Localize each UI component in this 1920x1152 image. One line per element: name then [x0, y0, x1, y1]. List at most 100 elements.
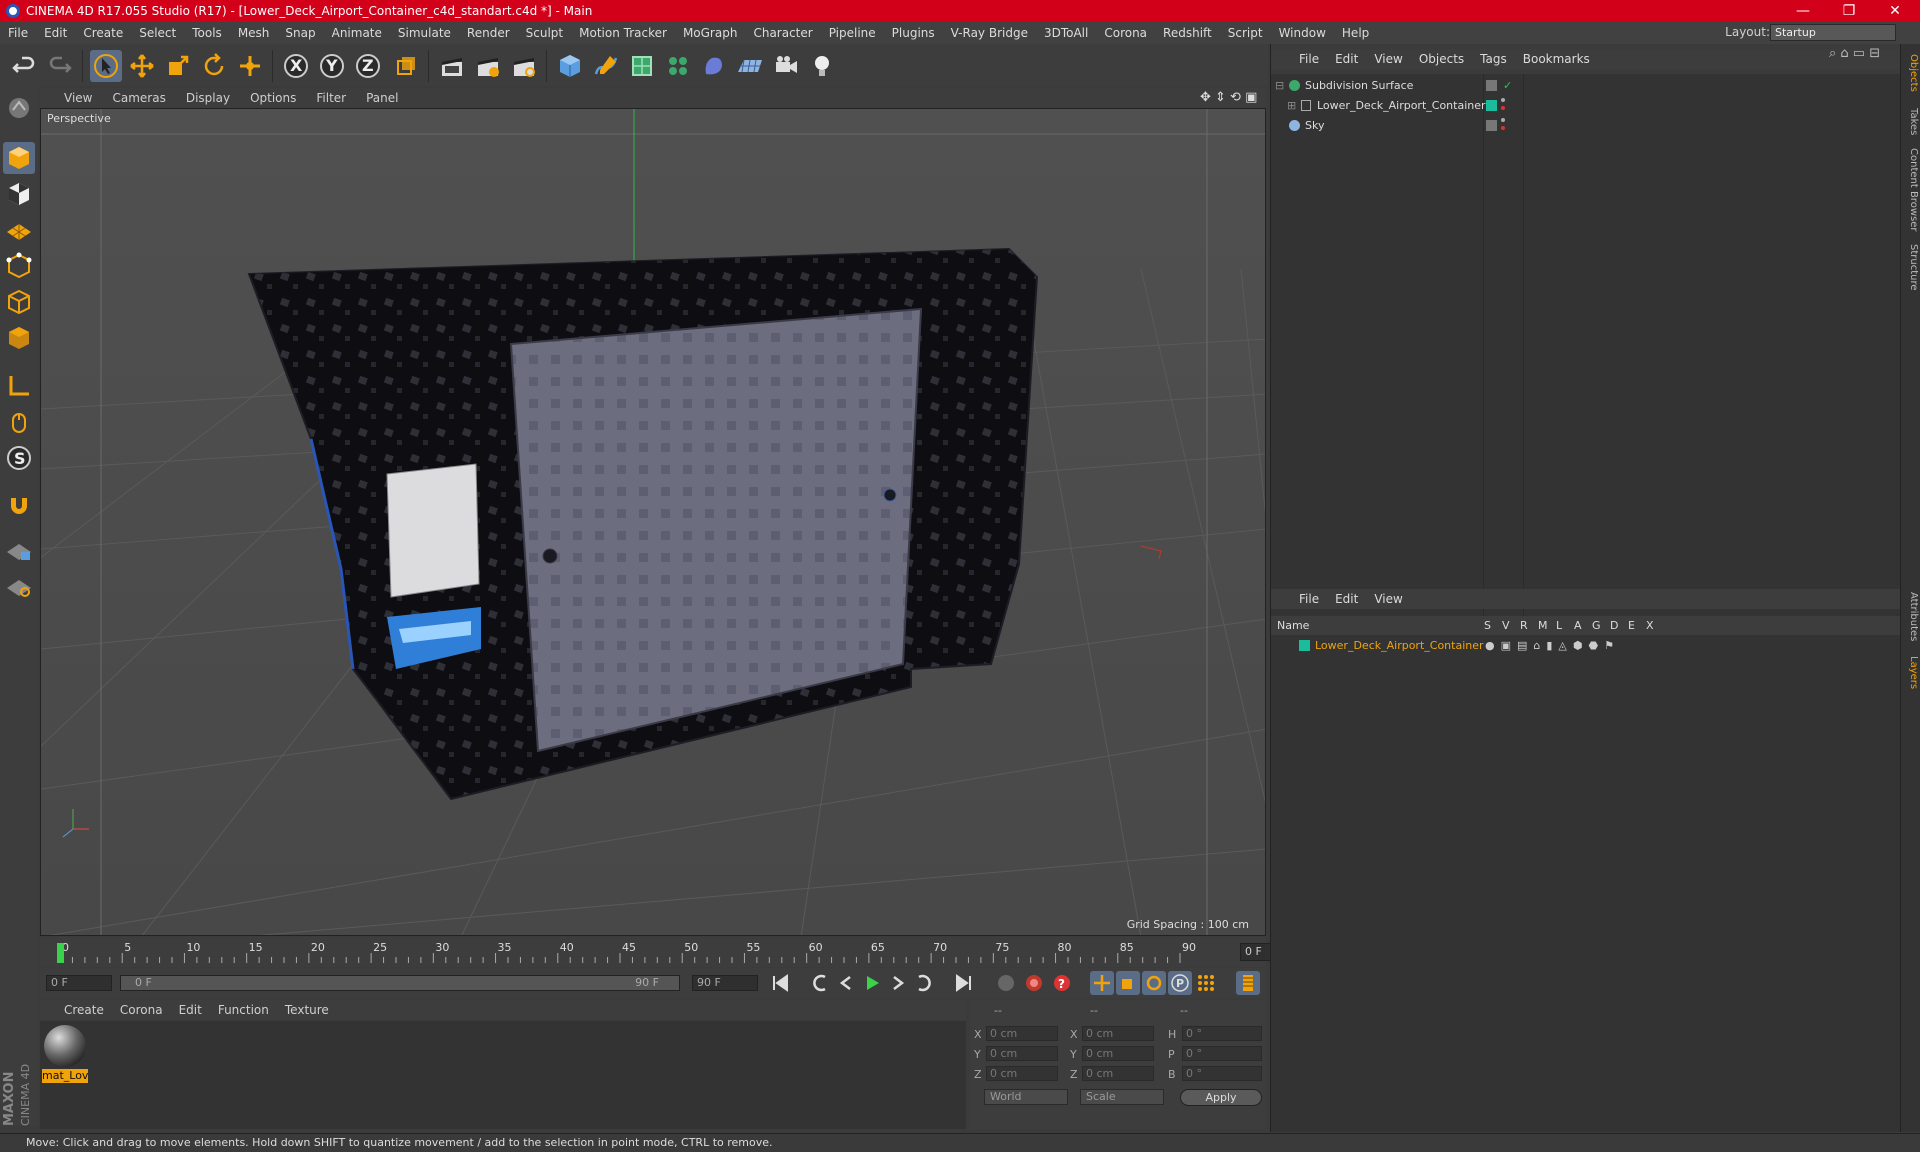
tweak-mode-button[interactable]: [3, 406, 35, 438]
layer-col-render[interactable]: R: [1520, 616, 1528, 635]
render-settings-button[interactable]: [508, 50, 540, 82]
planar-workplane-button[interactable]: [3, 570, 35, 602]
next-key-button[interactable]: [912, 971, 936, 995]
menu-mesh[interactable]: Mesh: [230, 26, 278, 40]
add-floor-button[interactable]: [734, 50, 766, 82]
minimize-button[interactable]: —: [1780, 0, 1826, 22]
magnet-button[interactable]: [3, 488, 35, 520]
layer-color-swatch[interactable]: [1299, 640, 1310, 651]
undo-button[interactable]: [8, 50, 40, 82]
rotation-b-field[interactable]: 0 °: [1182, 1066, 1262, 1081]
enabled-check-icon[interactable]: ✓: [1503, 76, 1512, 95]
lock-workplane-button[interactable]: [3, 534, 35, 566]
objects-menu-view[interactable]: View: [1366, 52, 1410, 66]
menu-tools[interactable]: Tools: [184, 26, 230, 40]
end-frame-field[interactable]: 90 F: [692, 975, 758, 991]
scale-button[interactable]: [162, 50, 194, 82]
key-pla-button[interactable]: [1194, 971, 1218, 995]
rotate-button[interactable]: [198, 50, 230, 82]
menu-pipeline[interactable]: Pipeline: [821, 26, 884, 40]
coordinate-system-button[interactable]: [390, 50, 422, 82]
menu-edit[interactable]: Edit: [36, 26, 75, 40]
menu-3dtoall[interactable]: 3DToAll: [1036, 26, 1096, 40]
menu-corona[interactable]: Corona: [1096, 26, 1155, 40]
viewport-menu-cameras[interactable]: Cameras: [102, 91, 175, 105]
start-frame-field[interactable]: 0 F: [46, 975, 112, 991]
material-menu-edit[interactable]: Edit: [171, 1003, 210, 1017]
timeline-playhead[interactable]: [57, 943, 64, 963]
add-mograph-button[interactable]: [662, 50, 694, 82]
tab-takes[interactable]: Takes: [1903, 108, 1919, 135]
key-rotation-button[interactable]: [1142, 971, 1166, 995]
key-position-button[interactable]: [1090, 971, 1114, 995]
layer-col-generators[interactable]: G: [1592, 616, 1601, 635]
play-button[interactable]: [860, 971, 884, 995]
layer-col-manager[interactable]: M: [1538, 616, 1548, 635]
material-menu-texture[interactable]: Texture: [277, 1003, 337, 1017]
texture-mode-button[interactable]: [3, 178, 35, 210]
make-editable-button[interactable]: [3, 92, 35, 124]
layout-select[interactable]: Startup: [1770, 24, 1896, 41]
go-to-end-button[interactable]: [952, 971, 976, 995]
record-keys-button[interactable]: [994, 971, 1018, 995]
edges-mode-button[interactable]: [3, 286, 35, 318]
render-picture-viewer-button[interactable]: [472, 50, 504, 82]
move-button[interactable]: [126, 50, 158, 82]
layers-menu-view[interactable]: View: [1366, 592, 1410, 606]
objects-menu-bookmarks[interactable]: Bookmarks: [1515, 52, 1598, 66]
axis-mode-button[interactable]: [3, 370, 35, 402]
menu-render[interactable]: Render: [459, 26, 518, 40]
menu-snap[interactable]: Snap: [277, 26, 323, 40]
add-cube-button[interactable]: [554, 50, 586, 82]
menu-plugins[interactable]: Plugins: [884, 26, 943, 40]
viewport-menu-view[interactable]: View: [40, 91, 102, 105]
layer-col-xref[interactable]: X: [1646, 616, 1654, 635]
layers-menu-file[interactable]: File: [1291, 592, 1327, 606]
search-icon[interactable]: ⌕ ⌂ ▭ ⊟: [1829, 46, 1880, 61]
size-y-field[interactable]: 0 cm: [1082, 1046, 1154, 1061]
autokey-button[interactable]: [1022, 971, 1046, 995]
layer-col-locked[interactable]: L: [1556, 616, 1562, 635]
previous-frame-button[interactable]: [834, 971, 858, 995]
object-row-sky[interactable]: Sky: [1271, 116, 1901, 135]
size-z-field[interactable]: 0 cm: [1082, 1066, 1154, 1081]
tab-structure[interactable]: Structure: [1903, 244, 1919, 291]
live-selection-button[interactable]: [90, 50, 122, 82]
perspective-viewport[interactable]: Perspective Grid Spacing : 100 cm: [40, 108, 1266, 936]
menu-motion-tracker[interactable]: Motion Tracker: [571, 26, 675, 40]
add-subdivision-button[interactable]: [626, 50, 658, 82]
layer-col-expressions[interactable]: E: [1628, 616, 1635, 635]
objects-menu-edit[interactable]: Edit: [1327, 52, 1366, 66]
layer-col-name[interactable]: Name: [1277, 616, 1309, 635]
apply-button[interactable]: Apply: [1180, 1089, 1262, 1106]
add-camera-button[interactable]: [770, 50, 802, 82]
menu-script[interactable]: Script: [1220, 26, 1271, 40]
timeline-window-button[interactable]: [1236, 971, 1260, 995]
menu-simulate[interactable]: Simulate: [390, 26, 459, 40]
menu-create[interactable]: Create: [75, 26, 131, 40]
menu-redshift[interactable]: Redshift: [1155, 26, 1220, 40]
polygons-mode-button[interactable]: [3, 322, 35, 354]
render-view-button[interactable]: [436, 50, 468, 82]
tab-content-browser[interactable]: Content Browser: [1903, 148, 1919, 231]
z-axis-button[interactable]: Z: [352, 50, 384, 82]
frame-range-slider[interactable]: 0 F 90 F: [120, 975, 680, 991]
menu-vray-bridge[interactable]: V-Ray Bridge: [943, 26, 1036, 40]
transform-button[interactable]: [234, 50, 266, 82]
coordinate-space-select[interactable]: World: [984, 1089, 1068, 1105]
tab-objects[interactable]: Objects: [1903, 54, 1919, 92]
next-frame-button[interactable]: [886, 971, 910, 995]
rotation-p-field[interactable]: 0 °: [1182, 1046, 1262, 1061]
layer-row[interactable]: Lower_Deck_Airport_Container ●▣▤⌂▮◬⬢⬣⚑: [1271, 636, 1901, 655]
layer-name[interactable]: Lower_Deck_Airport_Container: [1315, 636, 1484, 655]
viewport-menu-display[interactable]: Display: [176, 91, 240, 105]
menu-mograph[interactable]: MoGraph: [675, 26, 746, 40]
material-name-label[interactable]: mat_Lov: [42, 1069, 88, 1083]
viewport-menu-filter[interactable]: Filter: [306, 91, 356, 105]
layer-col-animation[interactable]: A: [1574, 616, 1582, 635]
redo-button[interactable]: [44, 50, 76, 82]
menu-window[interactable]: Window: [1271, 26, 1334, 40]
workplane-mode-button[interactable]: [3, 214, 35, 246]
position-x-field[interactable]: 0 cm: [986, 1026, 1058, 1041]
previous-key-button[interactable]: [808, 971, 832, 995]
